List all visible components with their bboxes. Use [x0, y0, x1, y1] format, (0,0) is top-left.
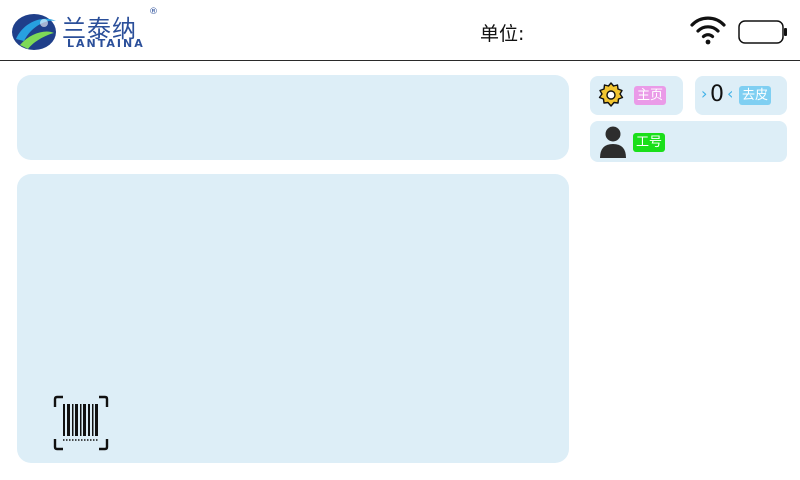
unit-label: 单位: [480, 23, 525, 45]
zero-tare-icon: › 0 ‹ [699, 82, 735, 110]
employee-id-button[interactable]: 工号 [590, 121, 787, 162]
barcode-scan-icon[interactable] [53, 394, 109, 452]
registered-mark: ® [149, 7, 158, 17]
status-header: 兰泰纳 ® LANTAINA 单位: [0, 0, 800, 61]
weight-display-panel [17, 75, 569, 160]
wifi-icon[interactable] [689, 14, 727, 46]
employee-id-label: 工号 [633, 133, 666, 152]
chevron-right-icon: › [701, 84, 708, 103]
home-label: 主页 [634, 86, 667, 105]
battery-icon [738, 20, 787, 44]
tare-label: 去皮 [739, 86, 772, 105]
gear-icon [598, 82, 624, 107]
person-icon [600, 126, 626, 158]
chevron-left-icon: ‹ [727, 84, 734, 103]
tare-zero-symbol: 0 [710, 82, 724, 107]
lantaina-logo-icon [12, 14, 56, 50]
tare-button[interactable]: › 0 ‹ 去皮 [695, 76, 787, 115]
main-content-panel [17, 174, 569, 463]
logo-english-text: LANTAINA [67, 37, 145, 50]
brand-logo: 兰泰纳 ® LANTAINA [10, 7, 170, 53]
home-button[interactable]: 主页 [590, 76, 683, 115]
